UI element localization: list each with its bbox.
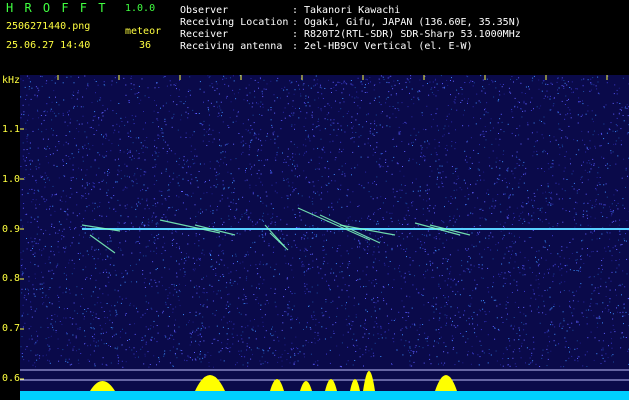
header-panel: H R O F F T 1.0.0 2506271440.png 25.06.2… xyxy=(0,0,629,75)
info-sep-receiver: : xyxy=(292,29,299,40)
y-tick-1-1: 1.1 xyxy=(2,124,21,135)
file-datetime: 25.06.27 14:40 xyxy=(6,40,91,51)
info-location: Ogaki, Gifu, JAPAN (136.60E, 35.35N) xyxy=(304,17,521,28)
spectrogram-background xyxy=(20,75,629,400)
y-tick-0-9: 0.9 xyxy=(2,224,21,235)
y-axis-unit: kHz xyxy=(2,75,21,86)
info-receiver: R820T2(RTL-SDR) SDR-Sharp 53.1000MHz xyxy=(304,29,521,40)
info-key-receiver: Receiver xyxy=(180,29,229,40)
meteor-count: 36 xyxy=(139,40,152,51)
meteor-label: meteor xyxy=(125,26,162,37)
y-tick-0-7: 0.7 xyxy=(2,323,21,334)
info-sep-location: : xyxy=(292,17,299,28)
info-antenna: 2el-HB9CV Vertical (el. E-W) xyxy=(304,41,473,52)
app-version: 1.0.0 xyxy=(125,3,156,14)
app-title: H R O F F T xyxy=(6,1,108,15)
file-name: 2506271440.png xyxy=(6,21,91,32)
spectrogram xyxy=(20,75,629,400)
y-tick-0-8: 0.8 xyxy=(2,273,21,284)
info-sep-antenna: : xyxy=(292,41,299,52)
info-observer: Takanori Kawachi xyxy=(304,5,401,16)
info-sep-observer: : xyxy=(292,5,299,16)
y-tick-1-0: 1.0 xyxy=(2,174,21,185)
y-tick-0-6: 0.6 xyxy=(2,373,21,384)
signal-floor xyxy=(20,391,629,400)
info-key-antenna: Receiving antenna xyxy=(180,41,283,52)
info-key-observer: Observer xyxy=(180,5,229,16)
info-key-location: Receiving Location xyxy=(180,17,289,28)
